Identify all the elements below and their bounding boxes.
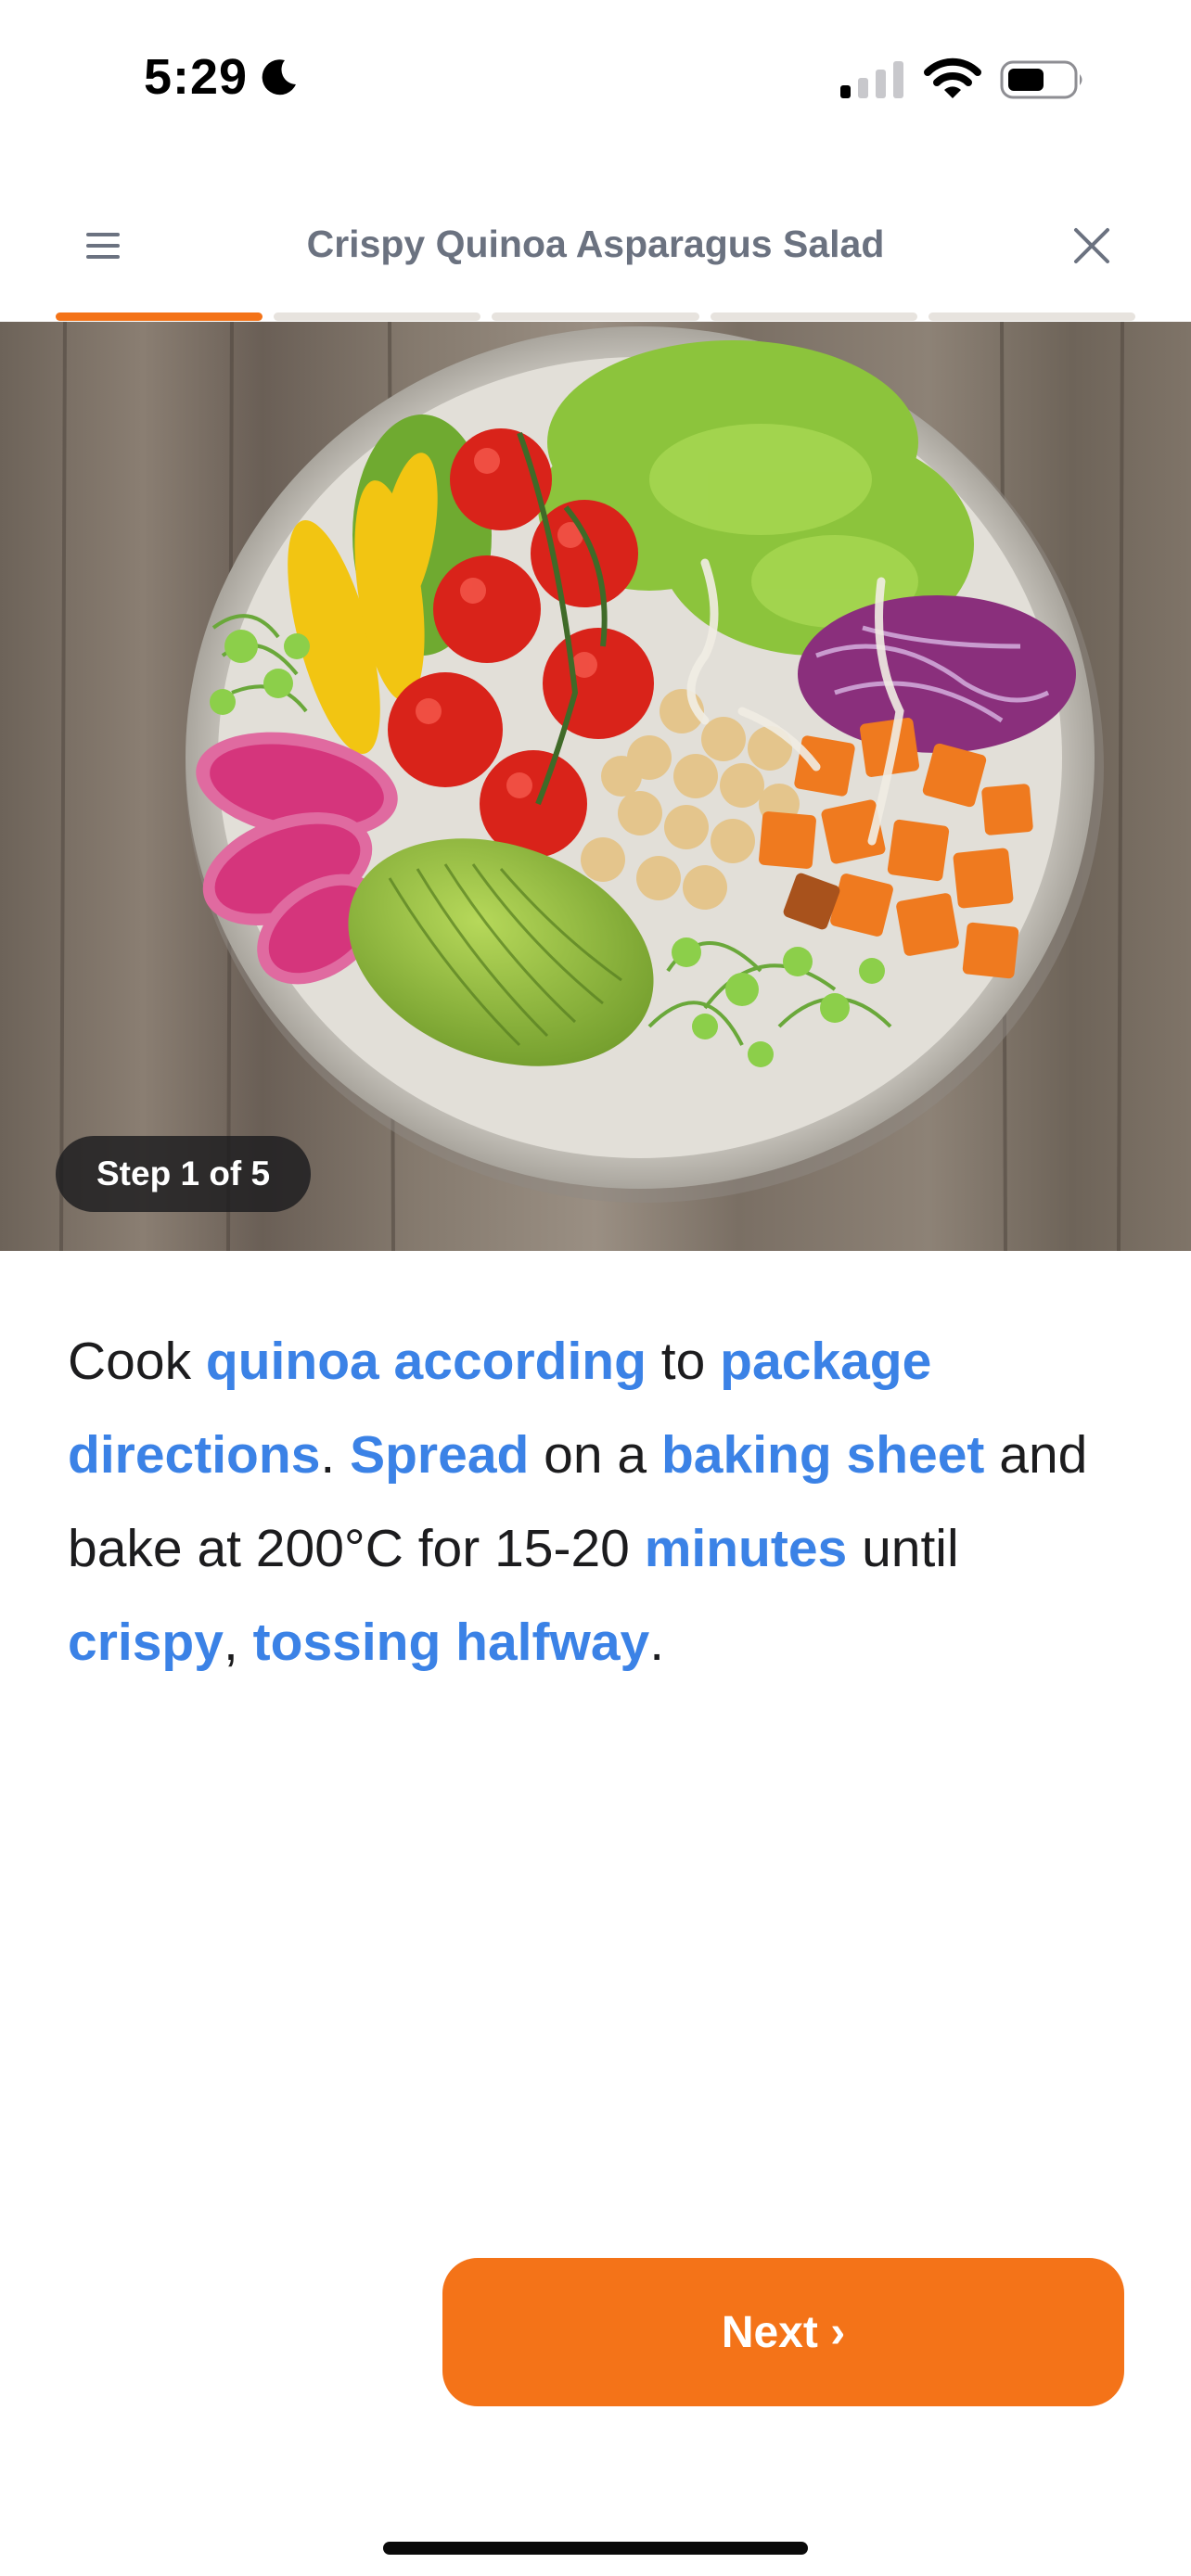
instruction-text: to xyxy=(646,1332,721,1391)
instruction-text: , xyxy=(223,1613,253,1672)
moon-icon xyxy=(262,59,297,96)
ingredient-term-link[interactable]: crispy xyxy=(68,1613,224,1672)
cellular-signal-icon xyxy=(840,61,903,98)
status-bar: 5:29 xyxy=(0,0,1191,158)
clock-label: 5:29 xyxy=(144,49,249,105)
progress-segment-3 xyxy=(492,312,699,321)
instruction-text: Cook xyxy=(68,1332,206,1391)
step-instruction: Cook quinoa according to package directi… xyxy=(68,1315,1134,1690)
menu-button[interactable] xyxy=(70,213,135,278)
instruction-text: . xyxy=(320,1425,351,1485)
wifi-icon xyxy=(924,57,981,98)
instruction-text: on a xyxy=(529,1425,661,1485)
battery-icon xyxy=(1000,60,1082,99)
progress-segment-1 xyxy=(56,312,263,321)
ingredient-term-link[interactable]: quinoa according xyxy=(206,1332,647,1391)
home-indicator[interactable] xyxy=(383,2542,808,2555)
next-button[interactable]: Next › xyxy=(442,2258,1124,2406)
close-button[interactable] xyxy=(1059,213,1124,278)
ingredient-term-link[interactable]: Spread xyxy=(350,1425,529,1485)
progress-segment-4 xyxy=(710,312,917,321)
step-progress-bar xyxy=(56,312,1136,321)
salad-bowl-photo xyxy=(0,322,1191,1251)
ingredient-term-link[interactable]: minutes xyxy=(645,1519,848,1578)
menu-icon xyxy=(86,233,120,259)
status-time: 5:29 xyxy=(144,48,300,106)
progress-segment-2 xyxy=(274,312,481,321)
ingredient-term-link[interactable]: baking sheet xyxy=(661,1425,984,1485)
instruction-text: . xyxy=(649,1613,665,1672)
step-badge: Step 1 of 5 xyxy=(56,1136,312,1212)
ingredient-term-link[interactable]: tossing halfway xyxy=(253,1613,650,1672)
recipe-step-image: Step 1 of 5 xyxy=(0,322,1191,1251)
recipe-header: Crispy Quinoa Asparagus Salad xyxy=(0,185,1191,306)
progress-segment-5 xyxy=(928,312,1136,321)
close-icon xyxy=(1074,228,1109,263)
page-title: Crispy Quinoa Asparagus Salad xyxy=(306,223,885,265)
instruction-text: until xyxy=(847,1519,959,1578)
